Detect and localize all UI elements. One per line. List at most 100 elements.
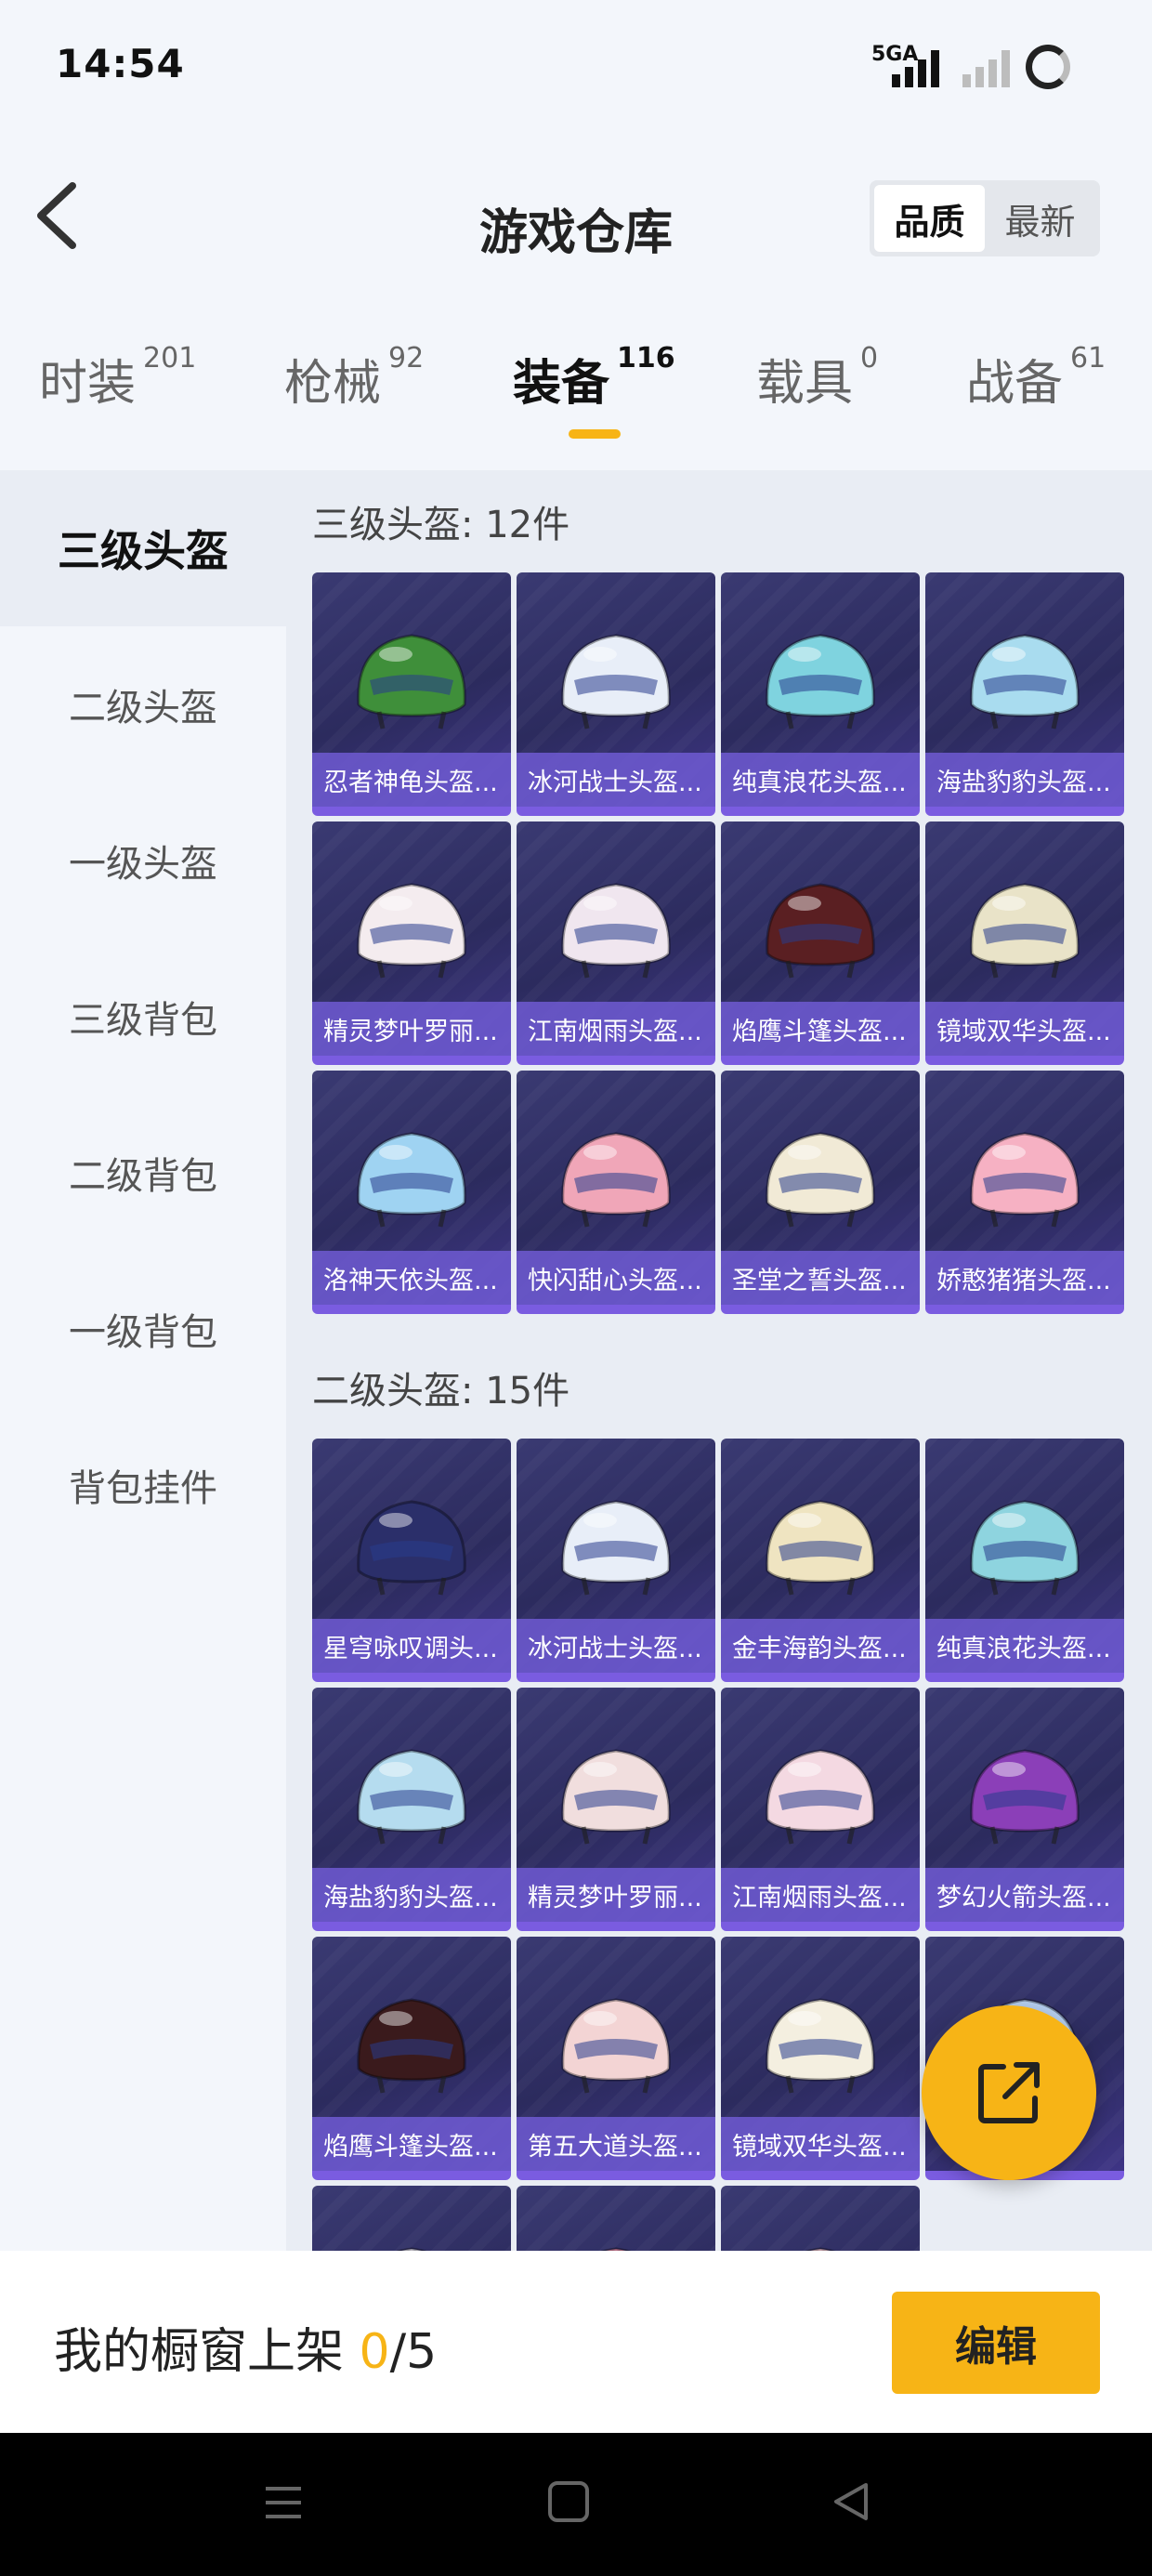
helmet-icon bbox=[970, 1749, 1080, 1845]
sidebar-item-level2-backpack[interactable]: 二级背包 bbox=[0, 1095, 286, 1251]
sidebar-item-level3-backpack[interactable]: 三级背包 bbox=[0, 939, 286, 1095]
active-tab-indicator bbox=[569, 429, 621, 439]
helmet-icon bbox=[766, 1998, 875, 2094]
item-name: 纯真浪花头盔... bbox=[721, 753, 920, 807]
helmet-icon bbox=[357, 634, 466, 729]
status-time: 14:54 bbox=[56, 41, 185, 86]
sort-quality-button[interactable]: 品质 bbox=[874, 185, 985, 252]
item-card[interactable] bbox=[721, 2186, 920, 2251]
share-icon bbox=[978, 2062, 1040, 2123]
tab-label: 装备 bbox=[513, 356, 610, 412]
sort-toggle: 品质 最新 bbox=[870, 180, 1100, 256]
item-grid: 忍者神龟头盔... 冰河战士头盔... 纯真浪花头盔... 海盐豹豹头盔... 精灵梦叶… bbox=[312, 572, 1130, 1314]
item-card[interactable]: 金丰海韵头盔... bbox=[721, 1439, 920, 1682]
item-name: 纯真浪花头盔... bbox=[925, 1619, 1124, 1673]
item-card[interactable] bbox=[312, 2186, 511, 2251]
item-card[interactable]: 海盐豹豹头盔... bbox=[312, 1688, 511, 1931]
item-card[interactable]: 精灵梦叶罗丽... bbox=[517, 1688, 715, 1931]
share-button[interactable] bbox=[922, 2005, 1096, 2180]
helmet-icon bbox=[805, 2247, 835, 2251]
tab-gear[interactable]: 战备 61 bbox=[966, 342, 1106, 414]
helmet-icon bbox=[766, 883, 875, 979]
tab-guns[interactable]: 枪械 92 bbox=[284, 342, 425, 414]
sort-latest-button[interactable]: 最新 bbox=[985, 185, 1095, 252]
helmet-icon bbox=[970, 1500, 1080, 1596]
helmet-icon bbox=[397, 2247, 426, 2251]
helmet-icon bbox=[357, 1998, 466, 2094]
item-name: 海盐豹豹头盔... bbox=[312, 1868, 511, 1922]
item-name: 星穹咏叹调头... bbox=[312, 1619, 511, 1673]
item-card[interactable]: 娇憨猪猪头盔... bbox=[925, 1071, 1124, 1314]
item-name: 娇憨猪猪头盔... bbox=[925, 1251, 1124, 1305]
item-card[interactable]: 纯真浪花头盔... bbox=[721, 572, 920, 816]
item-card[interactable]: 焰鹰斗篷头盔... bbox=[721, 821, 920, 1065]
sidebar-item-level3-helmet[interactable]: 三级头盔 bbox=[0, 470, 286, 626]
item-card[interactable]: 第五大道头盔... bbox=[517, 1937, 715, 2180]
content-area[interactable]: 三级头盔 二级头盔 一级头盔 三级背包 二级背包 一级背包 背包挂件 三级头盔:… bbox=[0, 470, 1152, 2251]
helmet-icon bbox=[561, 1132, 671, 1228]
showcase-suffix: /5 bbox=[389, 2324, 438, 2380]
item-name: 第五大道头盔... bbox=[517, 2117, 715, 2171]
status-bar: 14:54 5GA bbox=[0, 0, 1152, 139]
showcase-bar: 我的橱窗上架 0/5 编辑 bbox=[0, 2251, 1152, 2433]
page-header: 游戏仓库 品质 最新 bbox=[0, 139, 1152, 307]
helmet-icon bbox=[561, 1500, 671, 1596]
showcase-status: 我的橱窗上架 0/5 bbox=[54, 2312, 437, 2382]
tab-count: 92 bbox=[388, 342, 425, 375]
item-name: 焰鹰斗篷头盔... bbox=[312, 2117, 511, 2171]
edit-button[interactable]: 编辑 bbox=[892, 2292, 1100, 2394]
category-tabs: 时装 201 枪械 92 装备 116 载具 0 战备 61 bbox=[0, 342, 1152, 465]
tab-count: 61 bbox=[1070, 342, 1106, 375]
item-card[interactable]: 海盐豹豹头盔... bbox=[925, 572, 1124, 816]
signal-strength-2-icon bbox=[962, 46, 1010, 87]
battery-icon bbox=[1026, 45, 1070, 89]
item-name: 圣堂之誓头盔... bbox=[721, 1251, 920, 1305]
item-card[interactable]: 忍者神龟头盔... bbox=[312, 572, 511, 816]
helmet-icon bbox=[766, 634, 875, 729]
item-name: 冰河战士头盔... bbox=[517, 1619, 715, 1673]
helmet-icon bbox=[561, 1998, 671, 2094]
sidebar: 三级头盔 二级头盔 一级头盔 三级背包 二级背包 一级背包 背包挂件 bbox=[0, 470, 286, 2251]
sidebar-item-level1-backpack[interactable]: 一级背包 bbox=[0, 1251, 286, 1407]
item-card[interactable]: 镜域双华头盔... bbox=[925, 821, 1124, 1065]
helmet-icon bbox=[970, 1132, 1080, 1228]
item-card[interactable]: 冰河战士头盔... bbox=[517, 1439, 715, 1682]
item-name: 梦幻火箭头盔... bbox=[925, 1868, 1124, 1922]
system-nav-bar bbox=[0, 2433, 1152, 2576]
item-name: 忍者神龟头盔... bbox=[312, 753, 511, 807]
sidebar-item-level1-helmet[interactable]: 一级头盔 bbox=[0, 782, 286, 939]
tab-count: 0 bbox=[860, 342, 879, 375]
item-card[interactable]: 快闪甜心头盔... bbox=[517, 1071, 715, 1314]
home-icon[interactable] bbox=[546, 2479, 591, 2524]
item-card[interactable]: 纯真浪花头盔... bbox=[925, 1439, 1124, 1682]
item-card[interactable]: 星穹咏叹调头... bbox=[312, 1439, 511, 1682]
item-name: 镜域双华头盔... bbox=[925, 1002, 1124, 1056]
tab-equipment[interactable]: 装备 116 bbox=[513, 342, 675, 414]
helmet-icon bbox=[357, 1500, 466, 1596]
item-card[interactable]: 洛神天依头盔... bbox=[312, 1071, 511, 1314]
sidebar-item-level2-helmet[interactable]: 二级头盔 bbox=[0, 626, 286, 782]
helmet-icon bbox=[601, 2247, 631, 2251]
item-name: 洛神天依头盔... bbox=[312, 1251, 511, 1305]
sidebar-item-backpack-charm[interactable]: 背包挂件 bbox=[0, 1407, 286, 1563]
item-card[interactable] bbox=[517, 2186, 715, 2251]
item-card[interactable]: 江南烟雨头盔... bbox=[517, 821, 715, 1065]
item-name: 快闪甜心头盔... bbox=[517, 1251, 715, 1305]
menu-icon[interactable] bbox=[262, 2481, 305, 2524]
tab-label: 时装 bbox=[39, 356, 137, 412]
helmet-icon bbox=[357, 1132, 466, 1228]
tab-label: 枪械 bbox=[284, 356, 382, 412]
item-card[interactable]: 江南烟雨头盔... bbox=[721, 1688, 920, 1931]
item-card[interactable]: 镜域双华头盔... bbox=[721, 1937, 920, 2180]
back-nav-icon[interactable] bbox=[829, 2479, 873, 2524]
item-card[interactable]: 精灵梦叶罗丽... bbox=[312, 821, 511, 1065]
item-card[interactable]: 焰鹰斗篷头盔... bbox=[312, 1937, 511, 2180]
showcase-current: 0 bbox=[359, 2324, 390, 2380]
tab-fashion[interactable]: 时装 201 bbox=[39, 342, 196, 414]
tab-label: 载具 bbox=[756, 356, 854, 412]
item-card[interactable]: 圣堂之誓头盔... bbox=[721, 1071, 920, 1314]
tab-vehicles[interactable]: 载具 0 bbox=[756, 342, 879, 414]
item-name: 焰鹰斗篷头盔... bbox=[721, 1002, 920, 1056]
item-card[interactable]: 冰河战士头盔... bbox=[517, 572, 715, 816]
item-card[interactable]: 梦幻火箭头盔... bbox=[925, 1688, 1124, 1931]
